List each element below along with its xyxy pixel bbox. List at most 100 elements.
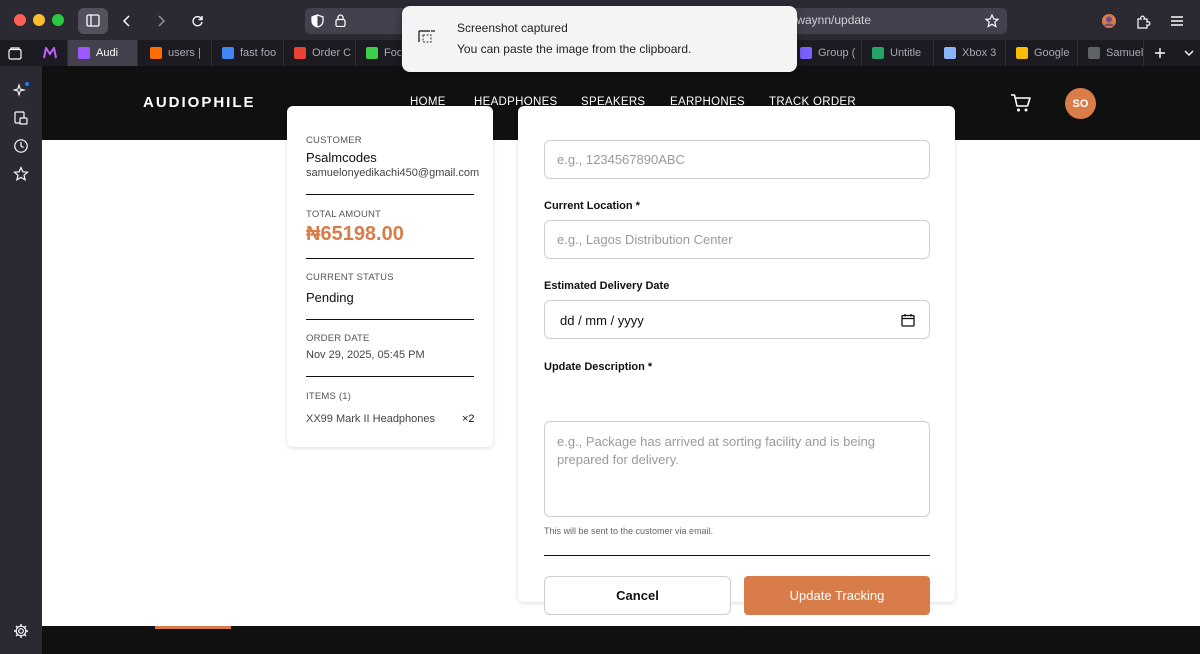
pinned-tab[interactable] [35, 40, 68, 66]
browser-tab[interactable]: Xbox 3 [934, 40, 1006, 66]
tab-synced-icon[interactable] [13, 110, 29, 126]
cart-icon[interactable] [1010, 92, 1032, 114]
reload-icon [191, 15, 203, 26]
divider [306, 376, 474, 377]
new-tab-button[interactable] [1147, 40, 1173, 66]
tab-overview-icon [8, 46, 22, 60]
back-button[interactable] [114, 8, 140, 34]
current-status-label: CURRENT STATUS [306, 272, 394, 283]
customer-label: CUSTOMER [306, 135, 362, 146]
url-text[interactable]: /waynn/update [793, 13, 871, 27]
browser-tab[interactable]: Untitle [862, 40, 934, 66]
menu-button[interactable] [1164, 8, 1190, 34]
tab-favicon-icon [222, 47, 234, 59]
total-amount-value: ₦65198.00 [306, 223, 404, 245]
current-location-input[interactable] [544, 220, 930, 259]
cancel-button[interactable]: Cancel [544, 576, 731, 615]
hamburger-menu-icon [1171, 16, 1183, 26]
extensions-button[interactable] [1130, 8, 1156, 34]
estimated-delivery-label: Estimated Delivery Date [544, 280, 670, 292]
order-date-value: Nov 29, 2025, 05:45 PM [306, 349, 425, 361]
update-description-label: Update Description * [544, 361, 653, 373]
browser-tab[interactable]: fast foo [212, 40, 284, 66]
calendar-icon[interactable] [901, 313, 915, 327]
tab-favicon-icon [294, 47, 306, 59]
bookmarks-star-icon[interactable] [13, 166, 29, 182]
reload-button[interactable] [184, 8, 210, 34]
tab-list-button[interactable] [1176, 40, 1200, 66]
update-tracking-form: Current Location * Estimated Delivery Da… [518, 106, 955, 615]
history-clock-icon[interactable] [13, 138, 29, 154]
m-logo-icon [43, 47, 57, 59]
browser-tab[interactable]: Google [1006, 40, 1078, 66]
tab-label: Group ( [818, 47, 856, 59]
browser-tab[interactable]: Food [356, 40, 402, 66]
browser-tab[interactable]: Samuel [1078, 40, 1144, 66]
browser-tab[interactable]: Order C [284, 40, 356, 66]
customer-email: samuelonyedikachi450@gmail.com [306, 167, 480, 179]
tab-label: Order C [312, 47, 352, 59]
current-status-value: Pending [306, 290, 354, 305]
order-date-label: ORDER DATE [306, 333, 370, 344]
puzzle-icon [1136, 15, 1150, 29]
email-hint: This will be sent to the customer via em… [544, 526, 714, 536]
browser-tab[interactable]: users | [140, 40, 212, 66]
notification-body: You can paste the image from the clipboa… [457, 42, 692, 56]
profile-button[interactable] [1096, 8, 1122, 34]
site-logo[interactable]: AUDIOPHILE [143, 94, 256, 111]
tab-label: Xbox 3 [962, 47, 997, 59]
current-location-label: Current Location * [544, 200, 640, 212]
divider [306, 194, 474, 195]
tab-label: Samuel [1106, 47, 1144, 59]
items-label: ITEMS (1) [306, 391, 352, 402]
notification-title: Screenshot captured [457, 21, 568, 35]
tab-favicon-icon [1088, 47, 1100, 59]
forward-button[interactable] [148, 8, 174, 34]
web-page: AUDIOPHILE HOME HEADPHONES SPEAKERS EARP… [42, 66, 1200, 654]
tab-overview-button[interactable] [2, 40, 28, 66]
tab-label: Google [1034, 47, 1070, 59]
tab-favicon-icon [150, 47, 162, 59]
user-avatar[interactable]: SO [1065, 88, 1096, 119]
divider [544, 555, 930, 556]
settings-gear-icon[interactable] [13, 623, 29, 639]
item-quantity: ×2 [462, 413, 475, 425]
plus-icon [1155, 48, 1165, 58]
close-window-button[interactable] [14, 14, 26, 26]
tab-label: Audi [96, 47, 119, 59]
tracking-number-input[interactable] [544, 140, 930, 179]
browser-tab[interactable]: Group ( [790, 40, 862, 66]
order-summary-card: CUSTOMER Psalmcodes samuelonyedikachi450… [287, 106, 493, 447]
profile-avatar-icon [1102, 14, 1116, 28]
footer-accent-bar [155, 626, 231, 629]
date-placeholder: dd / mm / yyyy [560, 313, 644, 328]
chevron-left-icon [122, 15, 130, 27]
lock-icon [335, 14, 346, 27]
estimated-delivery-date-input[interactable]: dd / mm / yyyy [544, 300, 930, 339]
chevron-right-icon [158, 15, 166, 27]
update-description-textarea[interactable] [544, 421, 930, 517]
tracking-protection-icon [311, 14, 324, 28]
divider [306, 258, 474, 259]
tab-label: Untitle [890, 47, 922, 59]
sidebar-toggle-button[interactable] [78, 8, 108, 34]
maximize-window-button[interactable] [52, 14, 64, 26]
tab-label: users | [168, 47, 201, 59]
bookmark-star-icon[interactable] [985, 14, 999, 28]
sidebar-icon [86, 14, 100, 27]
tab-favicon-icon [944, 47, 956, 59]
tab-favicon-icon [1016, 47, 1028, 59]
minimize-window-button[interactable] [33, 14, 45, 26]
screenshot-icon [418, 30, 435, 43]
customer-name: Psalmcodes [306, 150, 377, 165]
chevron-down-icon [1184, 50, 1194, 56]
item-name: XX99 Mark II Headphones [306, 413, 436, 425]
ai-sparkle-icon[interactable] [13, 82, 29, 98]
update-tracking-button[interactable]: Update Tracking [744, 576, 930, 615]
site-footer [42, 626, 1200, 654]
total-amount-label: TOTAL AMOUNT [306, 209, 382, 220]
tab-label: fast foo [240, 47, 277, 59]
screenshot-notification[interactable]: Screenshot captured You can paste the im… [402, 6, 797, 72]
browser-tab[interactable]: Audi [68, 40, 138, 66]
tab-favicon-icon [366, 47, 378, 59]
